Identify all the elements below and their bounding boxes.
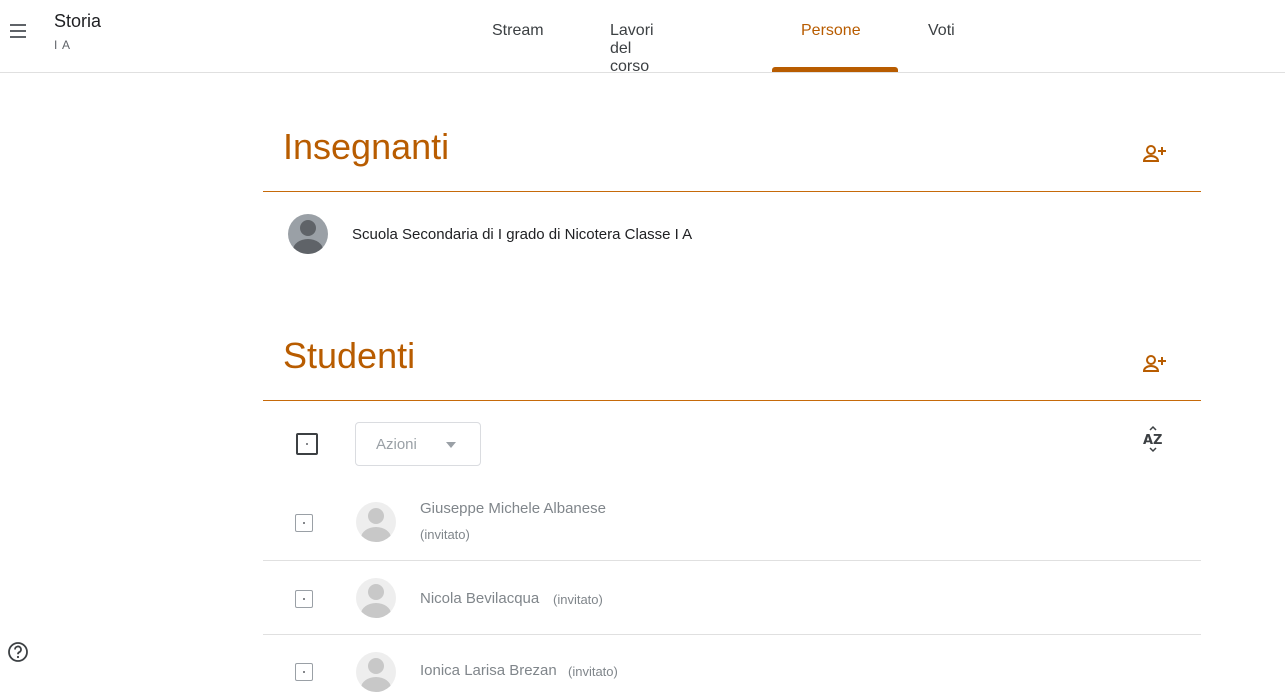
teacher-avatar — [288, 214, 328, 254]
class-section: I A — [54, 38, 72, 52]
row-divider — [263, 634, 1201, 635]
class-title[interactable]: Storia — [54, 11, 101, 32]
student-avatar — [356, 652, 396, 692]
active-tab-indicator — [772, 67, 898, 72]
student-status: (invitato) — [420, 527, 470, 542]
student-checkbox[interactable] — [295, 663, 313, 681]
tab-people[interactable]: Persone — [801, 22, 861, 40]
student-checkbox[interactable] — [295, 590, 313, 608]
student-status: (invitato) — [568, 664, 618, 679]
sort-az-icon[interactable]: AZ — [1140, 424, 1170, 454]
teachers-divider — [263, 191, 1201, 192]
student-status: (invitato) — [553, 592, 603, 607]
actions-label: Azioni — [376, 436, 417, 453]
add-student-icon[interactable] — [1141, 351, 1171, 381]
student-name[interactable]: Ionica Larisa Brezan — [420, 662, 557, 679]
row-divider — [263, 560, 1201, 561]
student-name[interactable]: Nicola Bevilacqua — [420, 590, 539, 607]
student-checkbox[interactable] — [295, 514, 313, 532]
add-teacher-icon[interactable] — [1141, 141, 1171, 171]
top-bar: Storia I A Stream Lavori del corso Perso… — [0, 0, 1285, 76]
sort-label: AZ — [1143, 433, 1163, 448]
tab-stream[interactable]: Stream — [492, 22, 544, 40]
teacher-name: Scuola Secondaria di I grado di Nicotera… — [352, 226, 693, 243]
teachers-heading: Insegnanti — [283, 126, 450, 167]
student-avatar — [356, 502, 396, 542]
student-name[interactable]: Giuseppe Michele Albanese — [420, 500, 606, 517]
menu-icon[interactable] — [6, 18, 32, 44]
help-icon[interactable] — [6, 640, 30, 664]
tab-grades[interactable]: Voti — [928, 22, 955, 40]
select-all-checkbox[interactable] — [296, 433, 318, 455]
tab-classwork[interactable]: Lavori del corso — [610, 22, 654, 76]
student-avatar — [356, 578, 396, 618]
actions-dropdown[interactable]: Azioni — [355, 422, 481, 466]
chevron-down-icon — [446, 442, 456, 448]
students-heading: Studenti — [283, 335, 416, 376]
students-divider — [263, 400, 1201, 401]
